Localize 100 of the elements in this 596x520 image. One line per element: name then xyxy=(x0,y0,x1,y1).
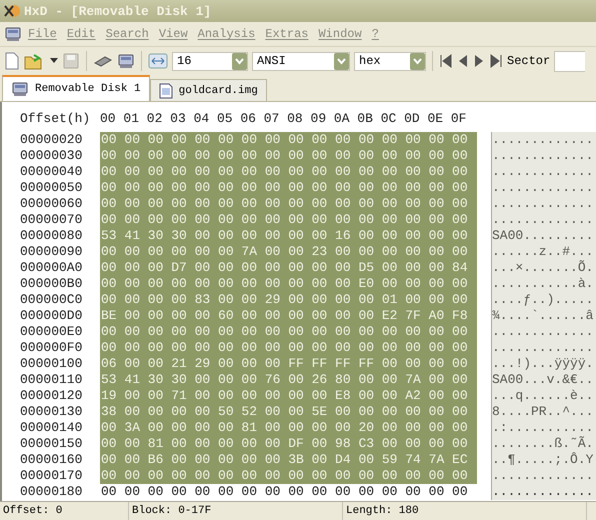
hex-bytes[interactable]: 00 00 81 00 00 00 00 00 DF 00 98 C3 00 00 00 00 xyxy=(100,436,477,452)
text-row[interactable]: ..¶.....;.Ô.Y xyxy=(492,452,596,468)
row-offset: 00000140 xyxy=(20,420,84,436)
hex-bytes[interactable]: 00 00 00 00 00 00 00 00 00 00 00 00 00 00 00 00 xyxy=(100,196,477,212)
menu-item[interactable]: File xyxy=(24,27,61,41)
sector-field[interactable] xyxy=(554,50,586,72)
length-status: Length: 180 xyxy=(343,502,587,520)
row-offset: 00000040 xyxy=(20,164,84,180)
text-row[interactable]: SA00...v.&€.. xyxy=(492,372,596,388)
text-row[interactable]: ...........à. xyxy=(492,276,596,292)
disk-icon xyxy=(4,25,22,43)
text-row[interactable]: ............. xyxy=(492,324,596,340)
text-row[interactable]: ....ƒ..)..... xyxy=(492,292,596,308)
hex-bytes[interactable]: 00 00 00 00 00 00 00 00 00 00 00 00 00 00 00 00 xyxy=(100,148,477,164)
row-offset: 00000110 xyxy=(20,372,84,388)
text-row[interactable]: ............. xyxy=(492,164,596,180)
hex-bytes[interactable]: 00 00 00 00 00 00 00 00 00 00 00 00 00 00 00 00 xyxy=(100,468,477,484)
bytes-per-row-dropdown[interactable]: 16 xyxy=(172,52,248,70)
column-header: 07 xyxy=(264,110,280,126)
offset-header: Offset(h) xyxy=(20,110,92,126)
text-row[interactable]: ............. xyxy=(492,196,596,212)
menu-item[interactable]: Analysis xyxy=(194,27,260,41)
row-offset: 00000070 xyxy=(20,212,84,228)
text-row[interactable]: ......z..#... xyxy=(492,244,596,260)
text-row[interactable]: ............. xyxy=(492,148,596,164)
row-offset: 000000D0 xyxy=(20,308,84,324)
column-header: 0C xyxy=(380,110,398,126)
next-icon[interactable] xyxy=(473,54,485,68)
text-row[interactable]: ........ß.˜Ã. xyxy=(492,436,596,452)
text-row[interactable]: ............. xyxy=(492,180,596,196)
hex-bytes[interactable]: 00 00 00 00 00 00 00 00 00 00 00 00 00 00 00 00 xyxy=(100,180,477,196)
hex-bytes[interactable]: 00 00 00 00 00 00 00 00 00 00 00 00 00 00 00 00 xyxy=(100,324,477,340)
hex-bytes[interactable]: 38 00 00 00 00 50 52 00 00 5E 00 00 00 00 00 00 xyxy=(100,404,477,420)
text-row[interactable]: ............. xyxy=(492,340,596,356)
row-offset: 000000E0 xyxy=(20,324,84,340)
previous-icon[interactable] xyxy=(457,54,469,68)
hex-bytes[interactable]: 00 00 00 00 83 00 00 29 00 00 00 00 01 00 00 00 xyxy=(100,292,477,308)
text-row[interactable]: ...q......è.. xyxy=(492,388,596,404)
last-icon[interactable] xyxy=(489,54,503,68)
hex-bytes[interactable]: 53 41 30 30 00 00 00 76 00 26 80 00 00 7A 00 00 xyxy=(100,372,477,388)
menu-item[interactable]: Window xyxy=(314,27,366,41)
text-row[interactable]: ...×.......Õ. xyxy=(492,260,596,276)
row-offset: 00000170 xyxy=(20,468,84,484)
row-offset: 00000080 xyxy=(20,228,84,244)
column-header: 0A xyxy=(334,110,351,126)
charset-dropdown[interactable]: ANSI xyxy=(252,52,350,70)
row-offset: 00000180 xyxy=(20,484,84,500)
hex-bytes[interactable]: 00 00 00 00 00 00 00 00 00 00 00 00 00 00 00 00 xyxy=(100,164,477,180)
text-row[interactable]: ............. xyxy=(492,484,596,500)
menu-item[interactable]: Search xyxy=(102,27,153,41)
hex-bytes[interactable]: 00 00 00 00 00 00 00 00 00 00 00 E0 00 00 00 00 xyxy=(100,276,477,292)
tab[interactable]: Removable Disk 1 xyxy=(2,75,150,101)
column-header: 04 xyxy=(194,110,210,126)
hex-bytes[interactable]: 00 00 00 D7 00 00 00 00 00 00 00 D5 00 00 00 84 xyxy=(100,260,477,276)
column-header: 0B xyxy=(357,110,374,126)
new-file-icon[interactable] xyxy=(4,52,20,70)
menu-item[interactable]: Edit xyxy=(62,27,100,41)
text-row[interactable]: ...!)...ÿÿÿÿ. xyxy=(492,356,596,372)
dropdown-button[interactable] xyxy=(334,52,349,70)
row-offset: 00000030 xyxy=(20,148,84,164)
caret-icon[interactable] xyxy=(50,58,58,64)
menu-item[interactable]: View xyxy=(154,27,192,41)
dropdown-button[interactable] xyxy=(232,52,247,70)
row-offset: 00000150 xyxy=(20,436,84,452)
first-icon[interactable] xyxy=(439,54,453,68)
hex-bytes[interactable]: 53 41 30 30 00 00 00 00 00 00 16 00 00 00 00 00 xyxy=(100,228,477,244)
row-offset: 000000C0 xyxy=(20,292,84,308)
column-header: 0D xyxy=(404,110,421,126)
text-row[interactable]: ............. xyxy=(492,132,596,148)
text-row[interactable]: .:........... xyxy=(492,420,596,436)
row-offset: 00000100 xyxy=(20,356,84,372)
text-row[interactable]: SA00......... xyxy=(492,228,596,244)
hex-bytes[interactable]: 00 00 00 00 00 00 00 00 00 00 00 00 00 00 00 00 xyxy=(100,132,477,148)
hex-bytes[interactable]: 06 00 00 21 29 00 00 00 FF FF FF FF 00 00 00 00 xyxy=(100,356,477,372)
column-header: 08 xyxy=(287,110,304,126)
text-row[interactable]: ¾....`......â xyxy=(492,308,596,324)
width-icon xyxy=(148,53,168,69)
column-header: 02 xyxy=(146,110,164,126)
menu-item[interactable]: ? xyxy=(368,27,383,41)
offset-base-dropdown[interactable]: hex xyxy=(354,52,426,70)
row-offset: 000000B0 xyxy=(20,276,84,292)
hex-bytes[interactable]: 00 3A 00 00 00 00 81 00 00 00 00 20 00 00 00 00 xyxy=(100,420,477,436)
text-row[interactable]: ............. xyxy=(492,468,596,484)
row-offset: 00000130 xyxy=(20,404,84,420)
hex-bytes[interactable]: 00 00 00 00 00 00 00 00 00 00 00 00 00 00 00 00 xyxy=(100,484,477,500)
row-offset: 00000050 xyxy=(20,180,84,196)
column-header: 05 xyxy=(216,110,234,126)
row-offset: 00000020 xyxy=(20,132,84,148)
text-row[interactable]: 8....PR..^... xyxy=(492,404,596,420)
dropdown-button[interactable] xyxy=(410,52,425,70)
text-row[interactable]: ............. xyxy=(492,212,596,228)
column-header: 09 xyxy=(310,110,328,126)
hex-bytes[interactable]: BE 00 00 00 00 60 00 00 00 00 00 00 E2 7F A0 F8 xyxy=(100,308,477,324)
tab[interactable]: goldcard.img xyxy=(150,79,267,101)
menu-item[interactable]: Extras xyxy=(261,27,312,41)
hex-bytes[interactable]: 00 00 00 00 00 00 00 00 00 00 00 00 00 00 00 00 xyxy=(100,212,477,228)
hex-bytes[interactable]: 19 00 00 71 00 00 00 00 00 00 E8 00 00 A2 00 00 xyxy=(100,388,477,404)
hex-bytes[interactable]: 00 00 B6 00 00 00 00 00 3B 00 D4 00 59 74 7A EC xyxy=(100,452,477,468)
hex-bytes[interactable]: 00 00 00 00 00 00 00 00 00 00 00 00 00 00 00 00 xyxy=(100,340,477,356)
hex-bytes[interactable]: 00 00 00 00 00 00 7A 00 00 23 00 00 00 00 00 00 xyxy=(100,244,477,260)
